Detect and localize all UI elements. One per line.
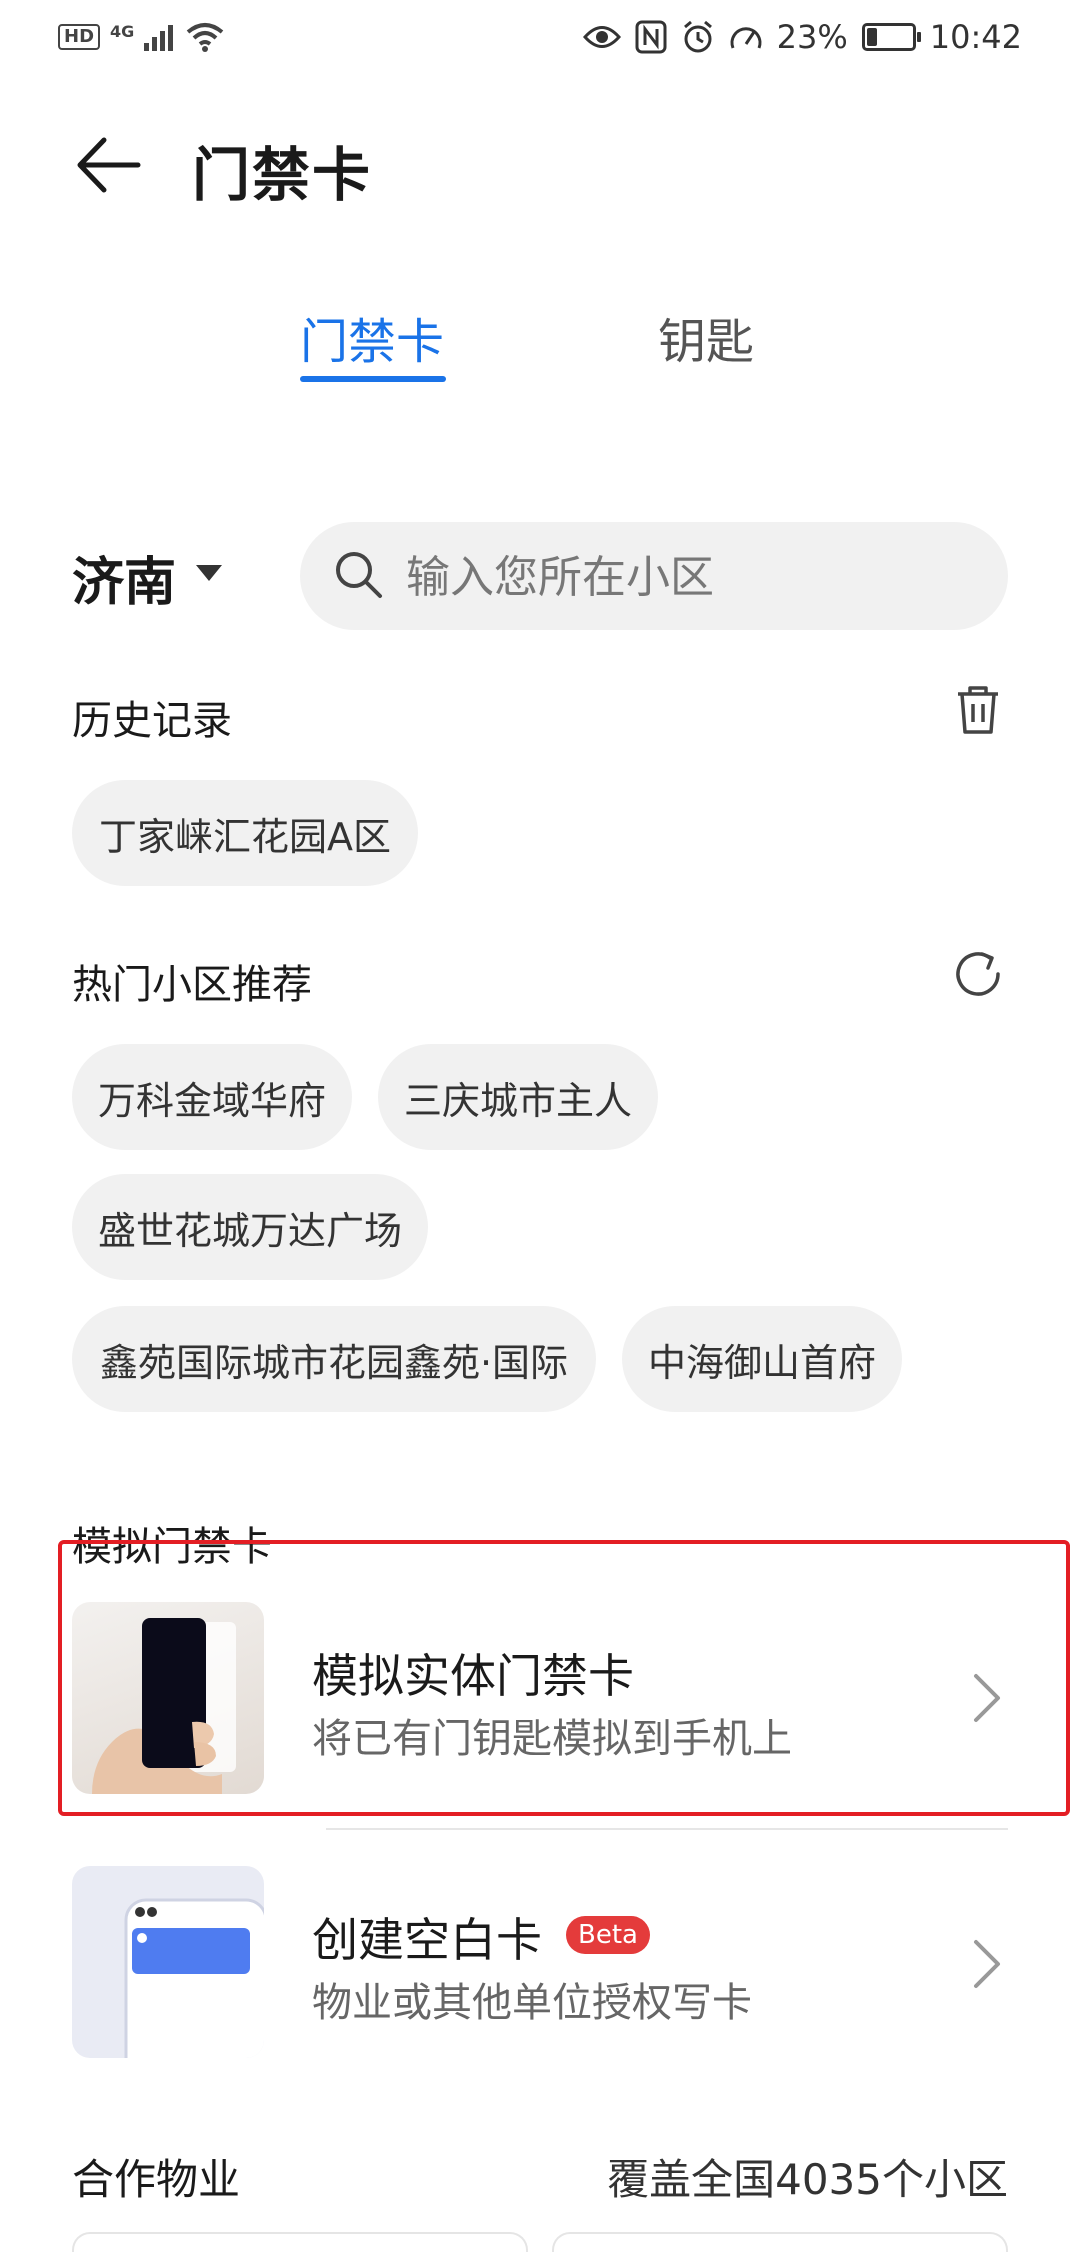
blank-card-illustration [124, 1898, 264, 2058]
nfc-icon [635, 20, 667, 54]
tab-keys[interactable]: 钥匙 [658, 302, 754, 372]
blank-card-title[interactable]: 创建空白卡 [312, 1904, 542, 1970]
hot-title: 热门小区推荐 [72, 962, 312, 1008]
alarm-icon [683, 20, 712, 53]
hd-badge: HD [58, 24, 101, 50]
history-title: 历史记录 [72, 698, 232, 744]
chevron-right-icon[interactable] [970, 1936, 1004, 1992]
page-title: 门禁卡 [192, 141, 373, 209]
trash-icon[interactable] [950, 682, 1006, 738]
hot-chip[interactable]: 鑫苑国际城市花园鑫苑·国际 [72, 1306, 596, 1412]
search-input[interactable] [404, 534, 968, 620]
blank-card-subtitle: 物业或其他单位授权写卡 [312, 1980, 752, 2026]
status-right: 23% 10:42 [582, 18, 1022, 56]
tab-active-indicator [300, 376, 446, 382]
eye-icon [582, 26, 621, 48]
hot-chip[interactable]: 中海御山首府 [622, 1306, 902, 1412]
network-type: 4G [110, 21, 135, 41]
hot-chip[interactable]: 盛世花城万达广场 [72, 1174, 428, 1280]
search-icon [336, 552, 382, 598]
clock: 10:42 [929, 18, 1022, 56]
status-left: HD 4G [58, 22, 224, 52]
partner-title: 合作物业 [72, 2155, 241, 2204]
battery-icon [861, 23, 921, 51]
status-bar: HD 4G 23% 10:42 [0, 0, 1080, 80]
beta-badge: Beta [566, 1916, 650, 1954]
refresh-icon[interactable] [950, 946, 1006, 1002]
partner-cards [72, 2232, 1008, 2252]
partner-card[interactable] [72, 2232, 528, 2252]
battery-percent: 23% [776, 18, 848, 56]
speed-icon [730, 27, 762, 49]
signal-icon [144, 25, 174, 51]
hot-chip[interactable]: 万科金域华府 [72, 1044, 352, 1150]
tab-access-card[interactable]: 门禁卡 [300, 302, 444, 372]
partner-card[interactable] [552, 2232, 1008, 2252]
back-arrow-icon[interactable] [72, 130, 142, 200]
wifi-icon [187, 23, 224, 52]
blank-card-image [72, 1866, 264, 2058]
divider [326, 1828, 1008, 1830]
history-chip[interactable]: 丁家崃汇花园A区 [72, 780, 418, 886]
caret-down-icon[interactable] [196, 565, 222, 581]
hot-chip[interactable]: 三庆城市主人 [378, 1044, 658, 1150]
highlight-box [58, 1540, 1070, 1816]
partner-coverage[interactable]: 覆盖全国4035个小区 [607, 2146, 1008, 2207]
city-selector[interactable]: 济南 [72, 540, 176, 615]
battery-fill [866, 28, 877, 46]
